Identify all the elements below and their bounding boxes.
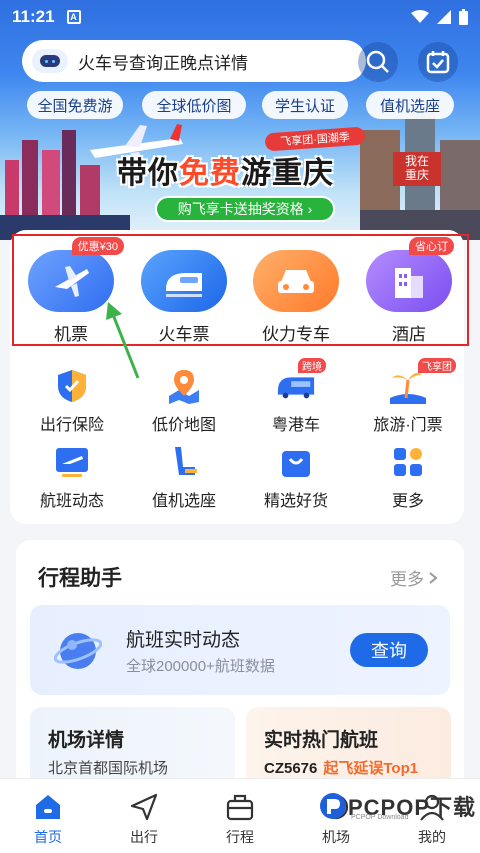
search-button[interactable] [358,42,398,82]
tab-home[interactable]: 首页 [0,779,96,853]
service-label: 值机选座 [151,493,216,510]
service-label: 出行保险 [39,417,104,434]
service-label: 更多 [391,493,424,510]
train-bubble [141,250,227,312]
flight-card-subtitle: 全球200000+航班数据 [126,658,275,675]
service-tour-tickets[interactable]: 飞享团 旅游·门票 [358,358,458,435]
service-badge: 省心订 [409,237,454,255]
search-icon [366,50,389,73]
seat-icon [164,442,204,482]
train-icon [166,273,202,297]
send-icon [128,791,160,823]
map-pin-icon [164,366,204,406]
hot-flight-tag: 起飞延误Top1 [323,760,419,777]
service-badge: 飞享团 [418,358,456,373]
shopping-bag-icon [276,442,316,482]
hot-flight-number: CZ5676 [264,760,318,777]
car-bubble [253,250,339,312]
watermark-sub: PCPOP Download [351,814,409,821]
tab-travel[interactable]: 出行 [96,779,192,853]
service-hotel[interactable]: 省心订 酒店 [366,237,454,345]
quick-tag[interactable]: 值机选座 [366,91,454,119]
tab-label: 首页 [34,829,62,845]
annotation-arrow [106,302,140,379]
service-label: 火车票 [158,325,210,344]
service-label: 旅游·门票 [373,417,443,434]
hotel-icon [395,268,423,298]
tab-label: 行程 [226,829,254,845]
search-placeholder: 火车号查询正晚点详情 [78,53,248,73]
battery-icon [459,9,468,25]
notification-icon: A [66,10,81,24]
service-label: 精选好货 [263,493,328,510]
wifi-icon [411,10,429,23]
status-bar: 11:21 A [0,0,480,34]
service-label: 酒店 [392,325,426,344]
chevron-right-icon [429,571,438,584]
car-icon [278,270,314,293]
service-label: 伙力专车 [262,325,330,344]
tab-itinerary[interactable]: 行程 [192,779,288,853]
watermark: PCPOP下载 PCPOP Download [318,790,476,822]
airport-card-subtitle: 北京首都国际机场 [48,760,169,777]
banner-cta-button[interactable]: 购飞享卡送抽奖资格 › [155,196,335,222]
service-train[interactable]: 火车票 [141,250,227,345]
query-button[interactable]: 查询 [350,633,428,667]
status-time: 11:21 [12,7,55,26]
checklist-button[interactable] [418,42,458,82]
home-icon [32,791,64,823]
service-badge: 跨境 [298,358,326,373]
tab-label: 我的 [418,829,446,845]
service-label: 航班动态 [39,493,104,510]
quick-tag[interactable]: 全球低价图 [142,91,246,119]
calendar-check-icon [426,51,450,74]
service-badge: 优惠¥30 [71,237,124,255]
search-bar[interactable]: 火车号查询正晚点详情 [22,40,366,82]
watermark-logo-icon [320,793,346,819]
trip-more-link[interactable]: 更多 [390,565,438,590]
suitcase-icon [224,791,256,823]
service-label: 粤港车 [271,417,320,434]
hot-card-title: 实时热门航班 [264,730,379,751]
banner-title: 带你免费游重庆 [117,157,334,190]
service-checkin-seat[interactable]: 值机选座 [134,442,234,511]
grid-icon [388,442,428,482]
airplane-icon [55,266,89,297]
quick-tag[interactable]: 全国免费游 [27,91,123,119]
globe-icon [54,633,102,669]
service-flight-status[interactable]: 航班动态 [22,442,122,511]
cell-signal-icon [437,10,451,24]
quick-tag[interactable]: 学生认证 [262,91,348,119]
service-label: 低价地图 [151,417,216,434]
flight-realtime-card[interactable]: 航班实时动态 全球200000+航班数据 查询 [30,605,450,695]
trip-assistant-title: 行程助手 [38,567,122,590]
banner-sign: 我在 重庆 [393,152,441,186]
shield-icon [52,366,92,406]
tab-label: 出行 [130,829,158,845]
flight-card-title: 航班实时动态 [126,630,241,651]
service-more[interactable]: 更多 [358,442,458,511]
service-goods[interactable]: 精选好货 [246,442,346,511]
service-hk-car[interactable]: 跨境 粤港车 [246,358,346,435]
hot-card-subtitle: CZ5676 起飞延误Top1 [264,757,418,778]
robot-assistant-icon [32,49,68,73]
service-car[interactable]: 伙力专车 [253,250,339,345]
tab-label: 机场 [322,829,350,845]
flight-status-icon [52,442,92,482]
hotel-bubble [366,250,452,312]
airport-card-title: 机场详情 [48,730,125,751]
